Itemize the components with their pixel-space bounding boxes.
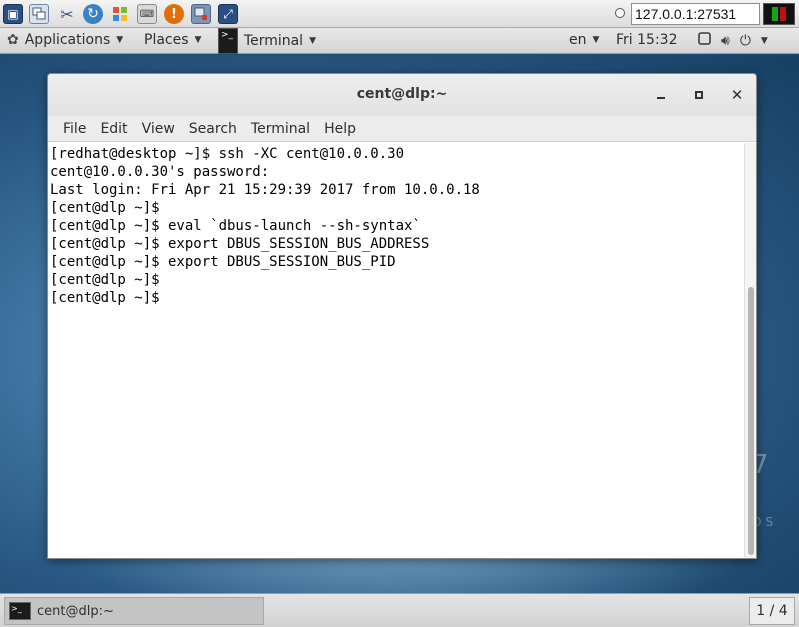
- connection-status-icon: [615, 8, 625, 18]
- screen-icon: [698, 32, 711, 49]
- menu-search[interactable]: Search: [182, 119, 244, 139]
- menu-help[interactable]: Help: [317, 119, 363, 139]
- terminal-window[interactable]: cent@dlp:~ ✕ File Edit View Search Termi…: [47, 73, 757, 559]
- system-status-menu[interactable]: 🔊︎ ⏻ ▼: [698, 32, 768, 49]
- windows-icon[interactable]: [29, 4, 49, 24]
- chevron-down-icon: ▼: [194, 35, 202, 45]
- monitor-icon[interactable]: ▣: [3, 4, 23, 24]
- terminal-line: [redhat@desktop ~]$ ssh -XC cent@10.0.0.…: [50, 146, 405, 162]
- menu-edit[interactable]: Edit: [93, 119, 134, 139]
- menu-bar: File Edit View Search Terminal Help: [48, 116, 756, 142]
- alert-icon[interactable]: !: [164, 4, 184, 24]
- bottom-panel: >_ cent@dlp:~ 1 / 4: [0, 593, 799, 627]
- volume-icon: 🔊︎: [721, 32, 730, 49]
- chevron-down-icon: ▼: [760, 35, 768, 46]
- terminal-line: [cent@dlp ~]$: [50, 272, 160, 288]
- chevron-down-icon: ▼: [592, 35, 600, 45]
- terminal-line: [cent@dlp ~]$ export DBUS_SESSION_BUS_PI…: [50, 254, 396, 270]
- refresh-icon[interactable]: ↻: [83, 4, 103, 24]
- fullscreen-icon[interactable]: ⤢: [218, 4, 238, 24]
- taskbar-item-terminal[interactable]: >_ cent@dlp:~: [4, 597, 264, 625]
- maximize-button[interactable]: [690, 86, 708, 104]
- disconnect-icon[interactable]: [191, 4, 211, 24]
- signal-bar-red: [780, 7, 786, 21]
- window-title: cent@dlp:~: [356, 86, 448, 102]
- taskbar-item-label: cent@dlp:~: [37, 603, 114, 619]
- menu-terminal[interactable]: Terminal: [244, 119, 317, 139]
- chevron-down-icon: ▼: [116, 35, 124, 45]
- menu-view[interactable]: View: [135, 119, 182, 139]
- chevron-down-icon: ▼: [309, 36, 316, 46]
- keyboard-icon[interactable]: ⌨: [137, 4, 157, 24]
- viewer-toolbar: ▣ ✂ ↻ ⌨ ! ⤢ 127.0.0.1:27531: [0, 0, 799, 28]
- terminal-app-menu[interactable]: >_ Terminal ▼: [218, 28, 316, 54]
- scroll-thumb[interactable]: [748, 287, 754, 555]
- terminal-output[interactable]: [redhat@desktop ~]$ ssh -XC cent@10.0.0.…: [48, 143, 744, 558]
- close-icon: ✕: [730, 86, 744, 104]
- power-icon: ⏻: [739, 32, 751, 49]
- places-label: Places: [144, 32, 189, 48]
- terminal-line: [cent@dlp ~]$ export DBUS_SESSION_BUS_AD…: [50, 236, 430, 252]
- gnome-foot-icon: ✿: [7, 32, 19, 48]
- terminal-line: Last login: Fri Apr 21 15:29:39 2017 fro…: [50, 182, 480, 198]
- terminal-icon: >_: [9, 602, 31, 620]
- gnome-top-bar: ✿ Applications ▼ Places ▼ >_ Terminal ▼ …: [0, 28, 799, 54]
- language-menu[interactable]: en ▼: [569, 32, 599, 48]
- signal-icon: [763, 3, 795, 25]
- applications-label: Applications: [24, 32, 111, 48]
- menu-file[interactable]: File: [56, 119, 93, 139]
- places-menu[interactable]: Places ▼: [144, 32, 201, 48]
- terminal-line: [cent@dlp ~]$: [50, 200, 160, 216]
- terminal-line: cent@10.0.0.30's password:: [50, 164, 270, 180]
- workspace-indicator[interactable]: 1 / 4: [749, 597, 795, 625]
- language-label: en: [569, 32, 587, 48]
- minimize-button[interactable]: [652, 86, 670, 104]
- terminal-line: [cent@dlp ~]$: [50, 290, 160, 306]
- title-bar[interactable]: cent@dlp:~ ✕: [48, 74, 756, 116]
- maximize-icon: [695, 91, 703, 99]
- terminal-icon: >_: [218, 28, 238, 54]
- minimize-icon: [657, 97, 665, 99]
- terminal-line: [cent@dlp ~]$ eval `dbus-launch --sh-syn…: [50, 218, 421, 234]
- applications-menu[interactable]: ✿ Applications ▼: [7, 32, 123, 48]
- clock[interactable]: Fri 15:32: [616, 32, 677, 48]
- signal-bar-green: [772, 7, 778, 21]
- close-button[interactable]: ✕: [728, 86, 746, 104]
- address-field[interactable]: 127.0.0.1:27531: [631, 3, 760, 25]
- scrollbar[interactable]: [744, 143, 756, 558]
- tools-icon[interactable]: ✂: [57, 4, 77, 24]
- windows-logo-icon[interactable]: [110, 4, 130, 24]
- app-menu-label: Terminal: [243, 33, 304, 49]
